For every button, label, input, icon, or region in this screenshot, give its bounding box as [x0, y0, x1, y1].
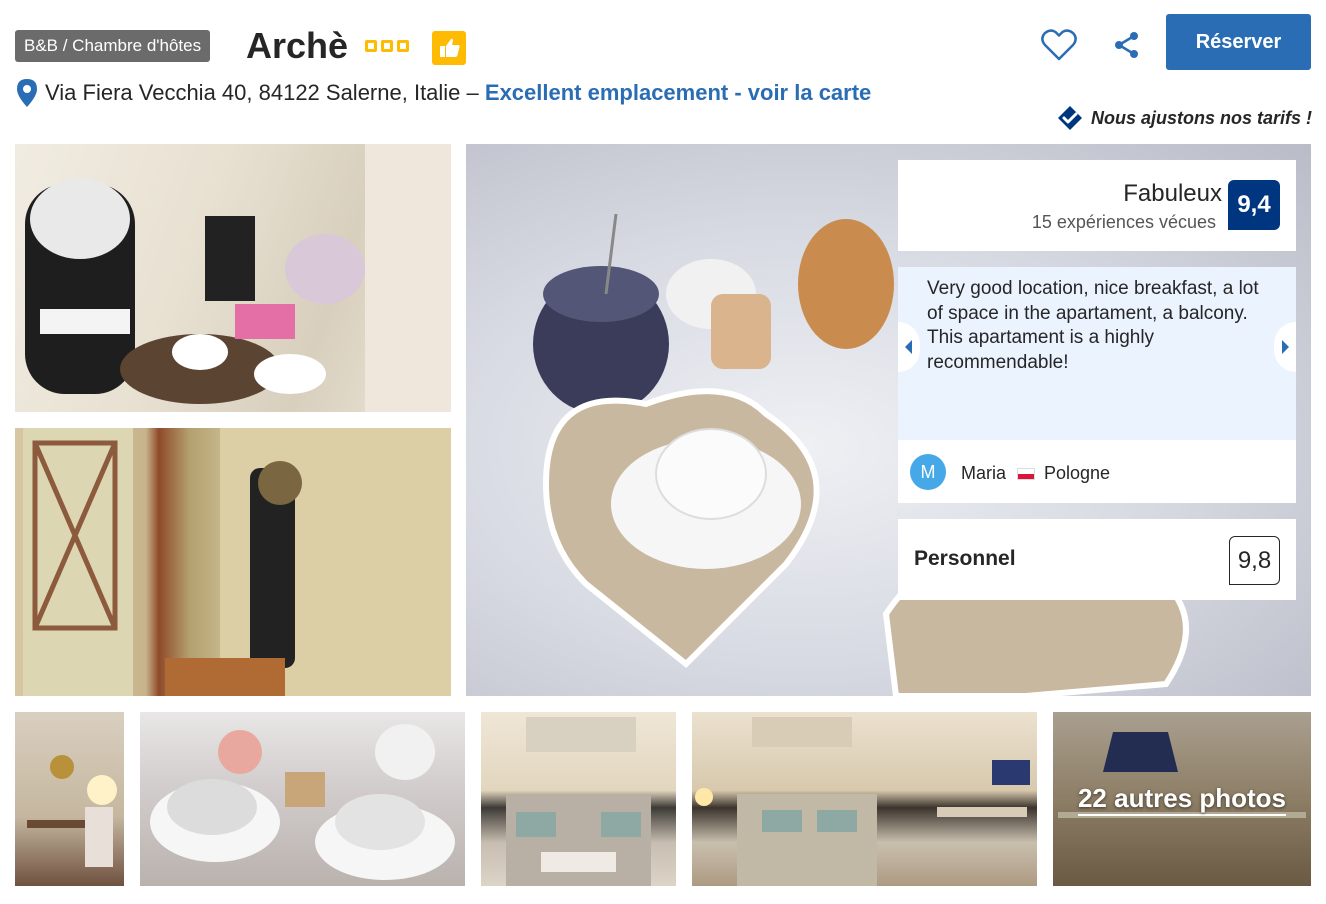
photo-bedroom-2[interactable]	[692, 712, 1037, 886]
photo-door-sign[interactable]	[15, 428, 451, 696]
photo-bedroom-1[interactable]	[481, 712, 676, 886]
hotel-name: Archè	[246, 25, 349, 66]
star-rating	[365, 40, 409, 52]
photo-room-corner[interactable]	[15, 712, 124, 886]
map-link[interactable]: Excellent emplacement - voir la carte	[485, 80, 871, 105]
thumbs-up-icon	[432, 31, 466, 65]
staff-score-row: Personnel 9,8	[898, 519, 1296, 600]
experience-count: 15 expériences vécues	[1031, 212, 1216, 232]
price-note-label: Nous ajustons nos tarifs !	[1090, 107, 1312, 128]
share-button[interactable]	[1112, 30, 1142, 60]
avatar: M	[910, 454, 946, 490]
next-review-button[interactable]	[1274, 322, 1296, 372]
review-text: Very good location, nice breakfast, a lo…	[927, 278, 1259, 373]
favorite-button[interactable]	[1040, 27, 1078, 63]
reviewer-country: Pologne	[1044, 463, 1111, 483]
address-text: Via Fiera Vecchia 40, 84122 Salerne, Ita…	[45, 80, 485, 105]
rating-word: Fabuleux	[1123, 180, 1222, 207]
chevron-right-icon	[1282, 340, 1289, 354]
star-icon	[365, 40, 377, 52]
staff-score-badge: 9,8	[1229, 536, 1280, 585]
photo-tea-set[interactable]	[140, 712, 465, 886]
map-pin-icon	[16, 78, 38, 108]
share-icon	[1115, 32, 1138, 58]
reviewer-name: Maria	[961, 463, 1007, 483]
reviewer-info: M Maria Pologne	[898, 440, 1296, 503]
poland-flag-icon	[1017, 468, 1035, 480]
heart-icon	[1041, 29, 1077, 61]
photo-coffee-bar[interactable]	[15, 144, 451, 412]
staff-label: Personnel	[914, 547, 1016, 570]
review-score-badge: 9,4	[1228, 180, 1280, 230]
address-line: Via Fiera Vecchia 40, 84122 Salerne, Ita…	[45, 79, 871, 107]
reserve-button[interactable]: Réserver	[1166, 14, 1311, 70]
score-header[interactable]: Fabuleux 15 expériences vécues 9,4	[898, 160, 1296, 251]
review-quote: Very good location, nice breakfast, a lo…	[898, 267, 1296, 440]
price-adjust-note: Nous ajustons nos tarifs !	[1057, 105, 1312, 131]
checked-badge-icon	[1057, 106, 1082, 130]
star-icon	[381, 40, 393, 52]
star-icon	[397, 40, 409, 52]
more-photos-button[interactable]: 22 autres photos	[1053, 712, 1311, 886]
chevron-left-icon	[905, 340, 912, 354]
more-photos-label: 22 autres photos	[1077, 783, 1287, 816]
review-card: Fabuleux 15 expériences vécues 9,4 Very …	[898, 160, 1296, 600]
previous-review-button[interactable]	[898, 322, 920, 372]
property-type-badge: B&B / Chambre d'hôtes	[15, 30, 211, 62]
